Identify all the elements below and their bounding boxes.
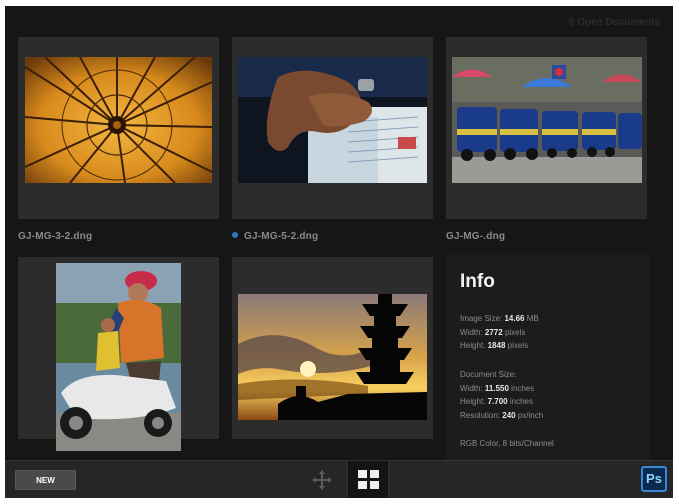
active-document-dot: [232, 232, 238, 238]
value: 14.66: [504, 314, 525, 323]
document-thumbnail[interactable]: [18, 257, 219, 451]
document-thumbnail[interactable]: [18, 37, 219, 219]
document-thumbnail[interactable]: [446, 37, 647, 219]
label: Width:: [460, 327, 483, 337]
pixel-width-row: Width: 2772 pixels: [460, 326, 539, 340]
move-arrows-icon[interactable]: [312, 470, 332, 490]
label: Width:: [460, 383, 483, 393]
unit: inches: [509, 397, 533, 406]
unit: px/inch: [517, 410, 544, 420]
info-panel: Info Image Size: 14.66 MB Width: 2772 pi…: [446, 255, 650, 461]
grid-view-toggle[interactable]: [347, 461, 389, 498]
new-document-button[interactable]: NEW: [15, 470, 76, 490]
unit: MB: [526, 314, 539, 323]
document-size-heading: Document Size:: [460, 370, 517, 379]
info-title: Info: [460, 271, 495, 292]
document-filename: GJ-MG-.dng: [446, 231, 506, 242]
value: 2772: [484, 327, 503, 337]
bottom-toolbar: NEW Ps: [5, 460, 673, 498]
document-filename: GJ-MG-3-2.dng: [18, 231, 93, 242]
doc-height-row: Height: 7.700 inches: [460, 395, 543, 409]
document-filename-text: GJ-MG-5-2.dng: [244, 231, 319, 242]
label: Resolution:: [460, 410, 501, 420]
photoshop-app-icon[interactable]: Ps: [641, 466, 667, 492]
app-window: 6 Open Documents GJ-MG-3-2.dng GJ-MG-5-2…: [5, 6, 673, 498]
open-documents-count: 6 Open Documents: [568, 17, 660, 28]
document-filename-active: GJ-MG-5-2.dng: [232, 231, 318, 242]
image-size-row: Image Size: 14.66 MB: [460, 312, 539, 326]
document-thumbnail[interactable]: [232, 257, 433, 439]
pixel-height-row: Height: 1848 pixels: [460, 339, 539, 353]
resolution-row: Resolution: 240 px/inch: [460, 409, 543, 423]
unit: pixels: [504, 327, 526, 337]
doc-width-row: Width: 11.550 inches: [460, 382, 543, 396]
hands-photo: [238, 57, 427, 183]
label: Height:: [460, 341, 486, 350]
unit: inches: [511, 383, 535, 393]
label: Height:: [460, 397, 486, 406]
value: 240: [502, 410, 516, 420]
document-thumbnail-active[interactable]: [232, 37, 433, 219]
value: 7.700: [487, 397, 508, 406]
grid-view-icon: [358, 470, 380, 490]
label: Image Size:: [460, 314, 503, 323]
motorbike-riders-photo: [56, 263, 181, 451]
document-size-section: Document Size: Width: 11.550 inches Heig…: [460, 368, 543, 422]
value: 1848: [487, 341, 506, 350]
color-mode: RGB Color, 8 bits/Channel: [460, 439, 554, 448]
image-size-section: Image Size: 14.66 MB Width: 2772 pixels …: [460, 312, 539, 353]
tuktuk-street-photo: [452, 57, 642, 183]
pagoda-sunset-photo: [238, 294, 427, 420]
unit: pixels: [507, 341, 529, 350]
umbrella-photo: [25, 57, 212, 183]
value: 11.550: [484, 383, 509, 393]
